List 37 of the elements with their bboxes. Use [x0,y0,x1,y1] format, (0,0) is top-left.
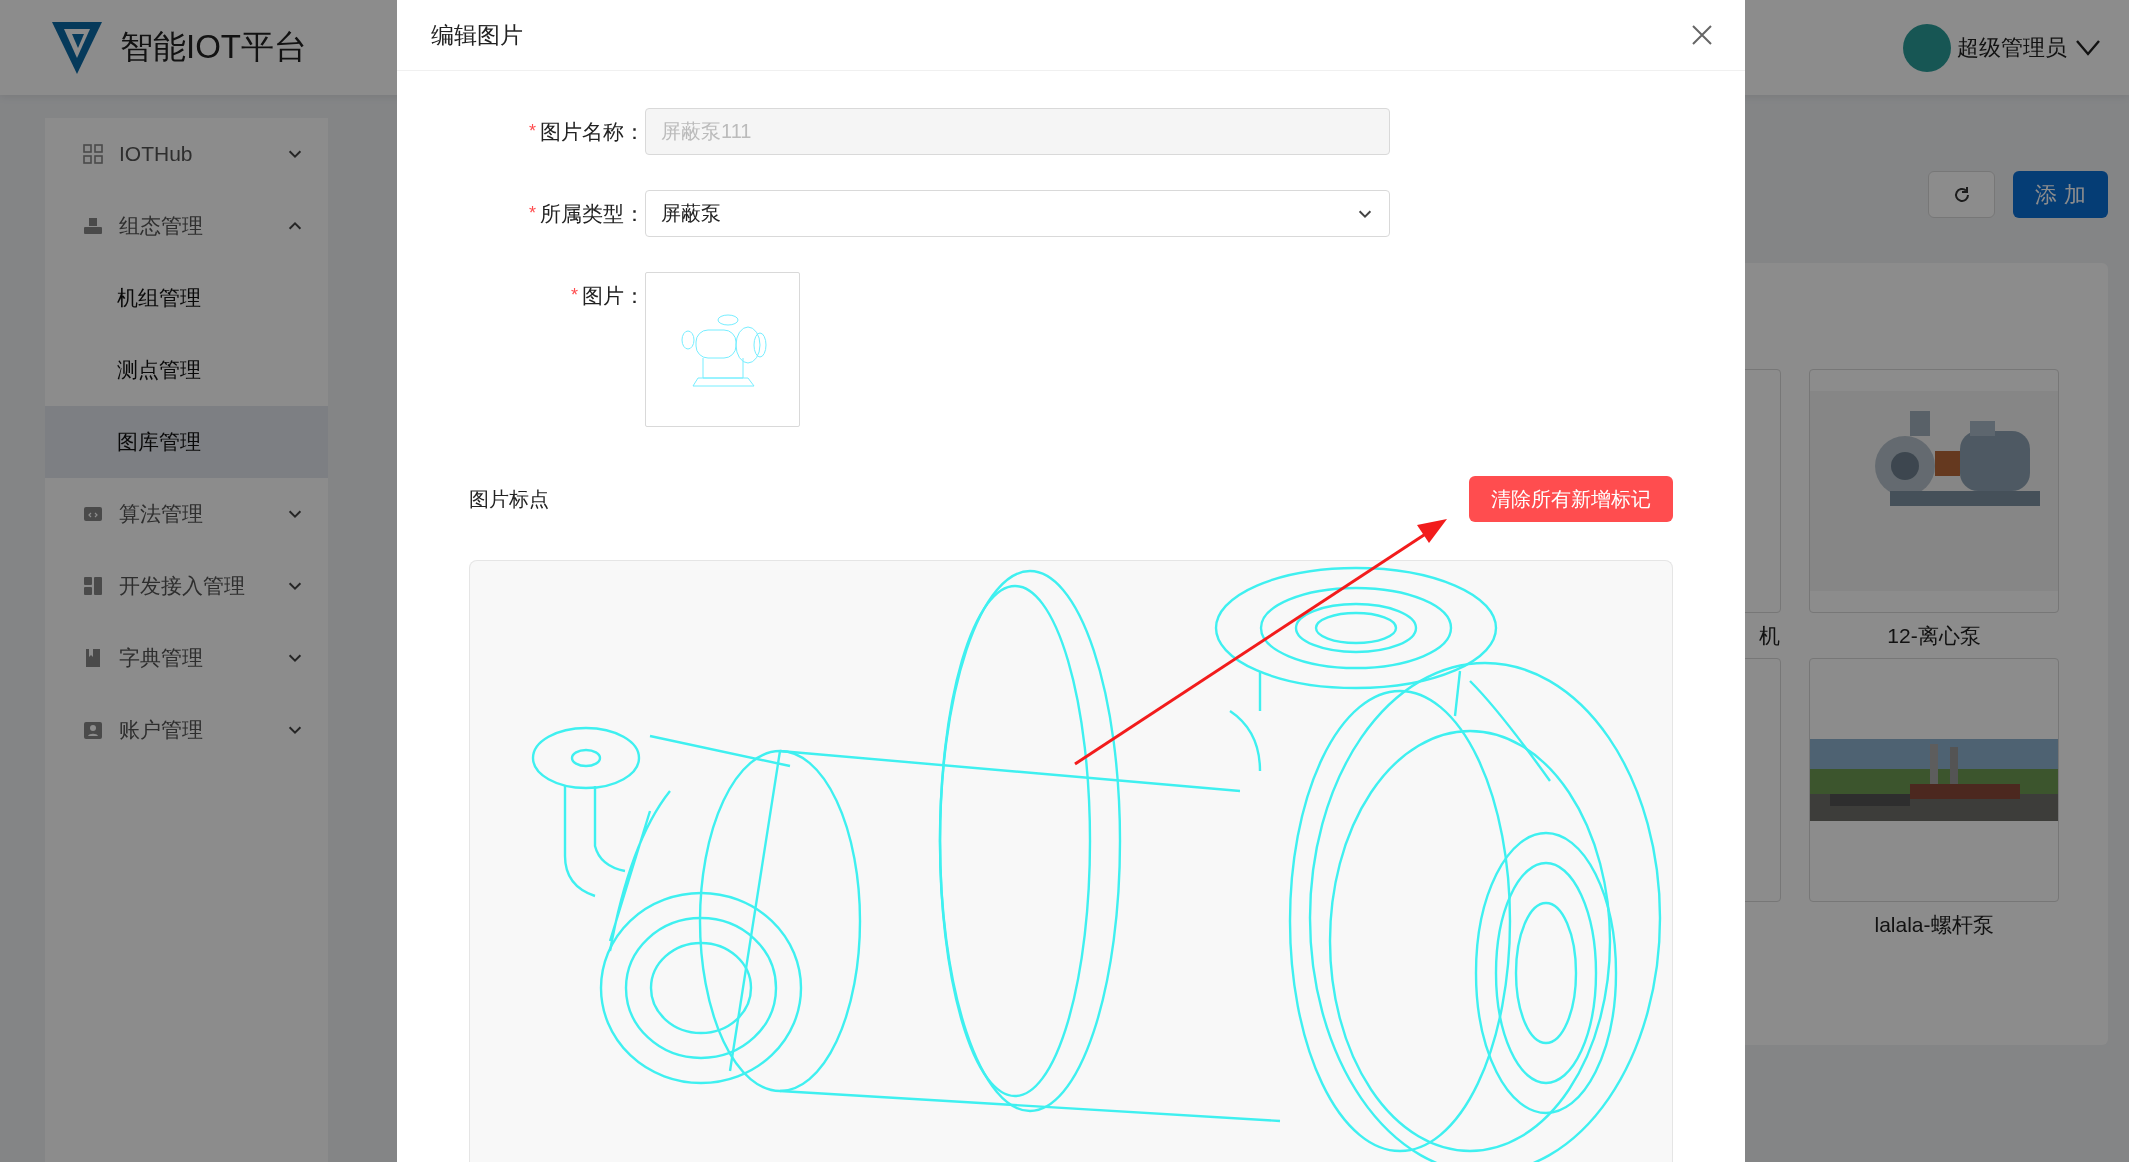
card-caption: 12-离心泵 [1886,623,1982,649]
book-icon [83,648,103,668]
code-window-icon [83,504,103,524]
field-label: 所属类型： [540,200,645,227]
app-title: 智能IOT平台 [120,27,307,67]
id-card-icon [83,720,103,740]
menu-item[interactable]: 账户管理 [45,694,328,766]
image-thumbnail[interactable] [645,272,800,427]
submenu-item[interactable]: 机组管理 [45,262,328,334]
add-button[interactable]: 添 加 [2013,171,2108,218]
user-name[interactable]: 超级管理员 [1957,32,2067,63]
stamp-icon [83,216,103,236]
field-label: 图片： [582,282,645,309]
dialog-title: 编辑图片 [431,20,524,50]
submenu-item[interactable]: 图库管理 [45,406,328,478]
menu-item[interactable]: 算法管理 [45,478,328,550]
required-mark: * [529,203,536,224]
field-label: 图片名称： [540,118,645,145]
submenu-item[interactable]: 测点管理 [45,334,328,406]
user-avatar[interactable] [1903,23,1951,72]
refresh-button[interactable] [1928,171,1995,218]
type-select[interactable]: 屏蔽泵 [645,190,1390,237]
menu-item[interactable]: 组态管理 [45,190,328,262]
grid-icon [83,144,103,164]
menu-item[interactable]: IOTHub [45,118,328,190]
required-mark: * [571,285,578,306]
menu-item[interactable]: 字典管理 [45,622,328,694]
blocks-icon [83,576,103,596]
card-caption: 机 [1758,623,1780,649]
logo-icon [50,19,104,76]
section-title: 图片标点 [469,486,549,512]
menu-item[interactable]: 开发接入管理 [45,550,328,622]
required-mark: * [529,121,536,142]
clear-marks-button[interactable]: 清除所有新增标记 [1469,476,1673,522]
image-card[interactable] [1809,658,2059,902]
card-caption: lalala-螺杆泵 [1873,912,1995,938]
image-card[interactable] [1809,369,2059,613]
